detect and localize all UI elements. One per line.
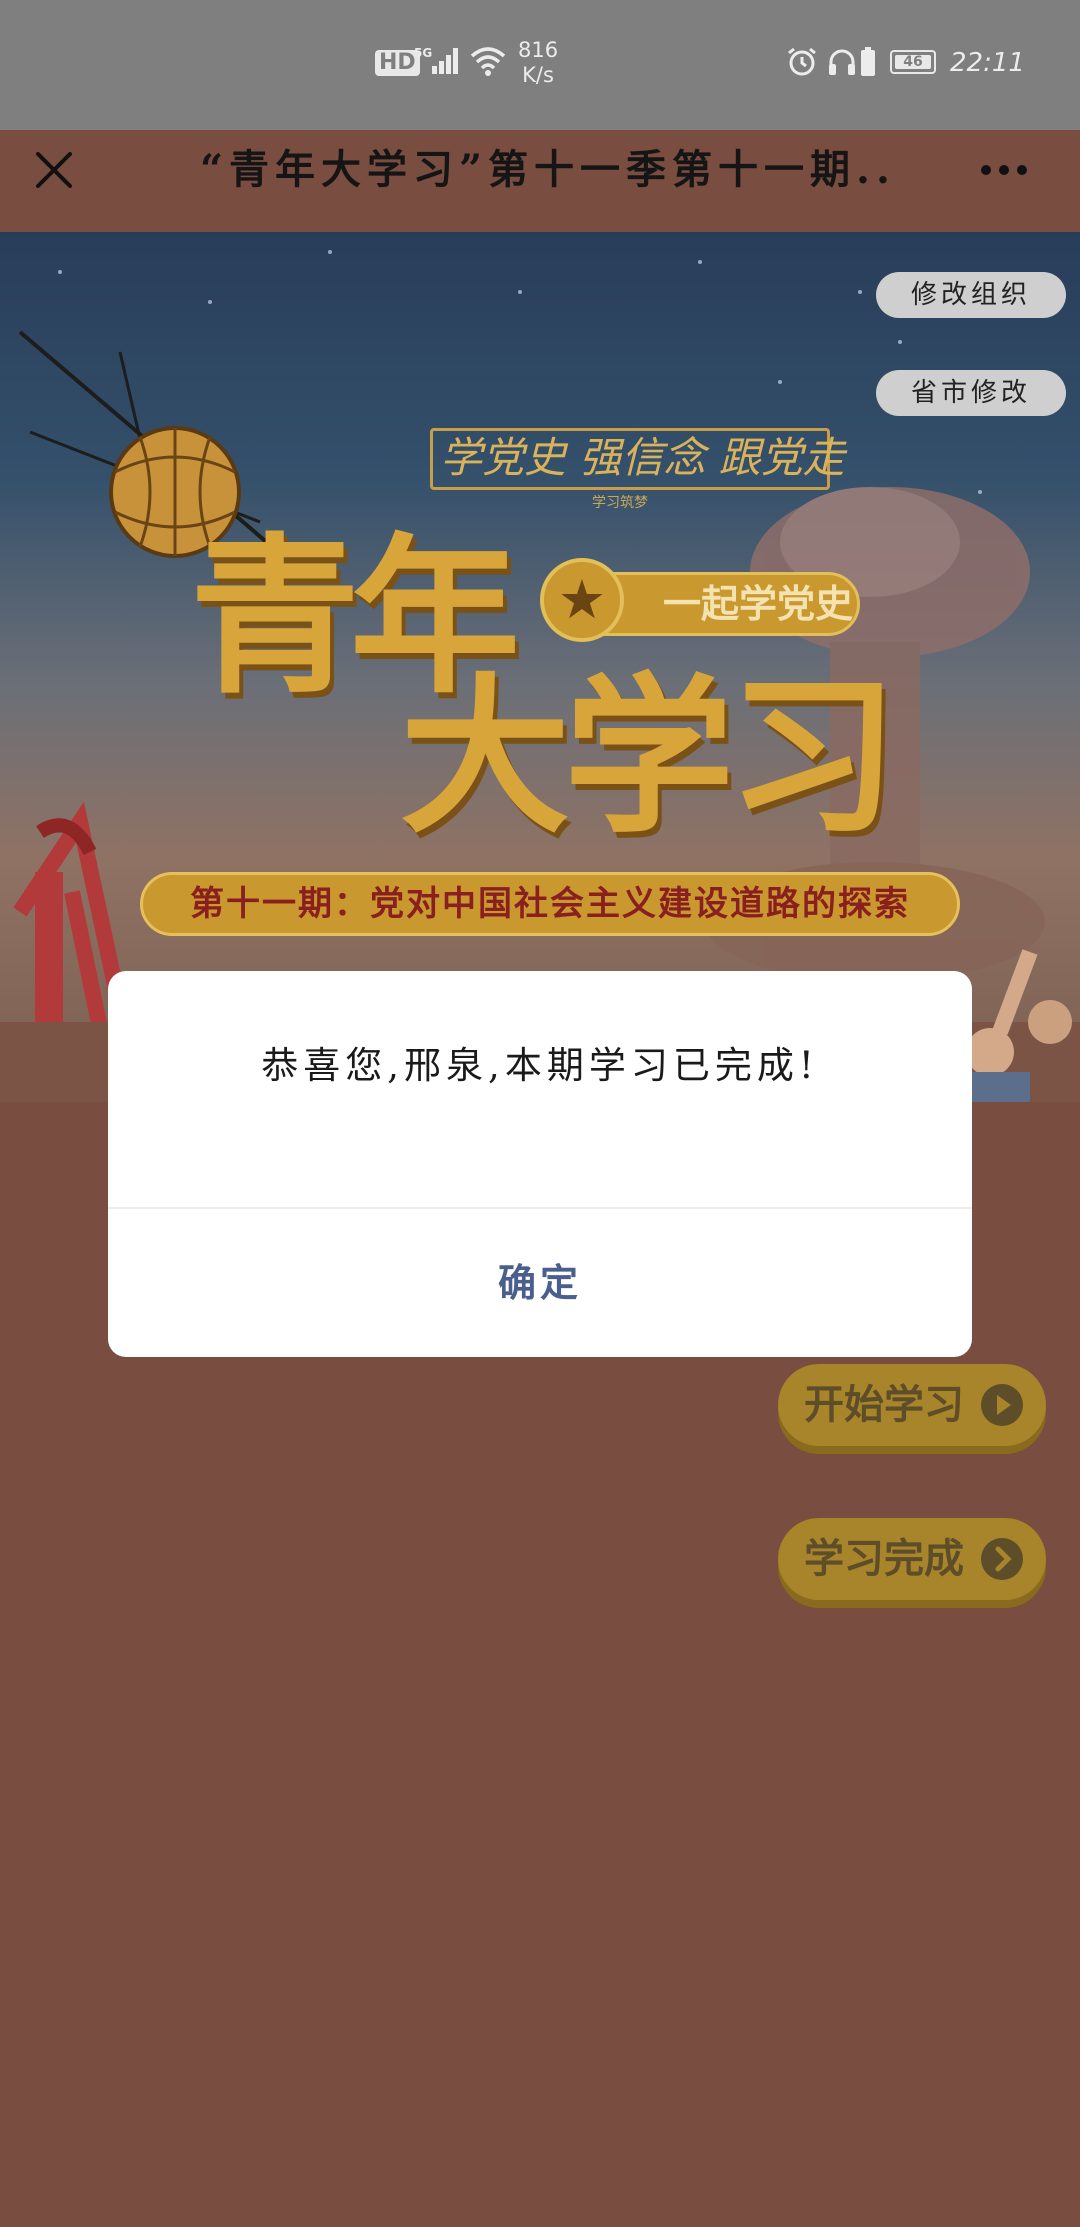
dialog-ok-button[interactable]: 确定 xyxy=(108,1209,972,1357)
dialog-message: 恭喜您,邢泉,本期学习已完成! xyxy=(261,1044,819,1087)
completion-dialog: 恭喜您,邢泉,本期学习已完成! 确定 xyxy=(108,971,972,1357)
screen: HD 5G 816 K/s 46 22:11 “青年大学习”第十一季第十一期..… xyxy=(0,0,1080,2227)
